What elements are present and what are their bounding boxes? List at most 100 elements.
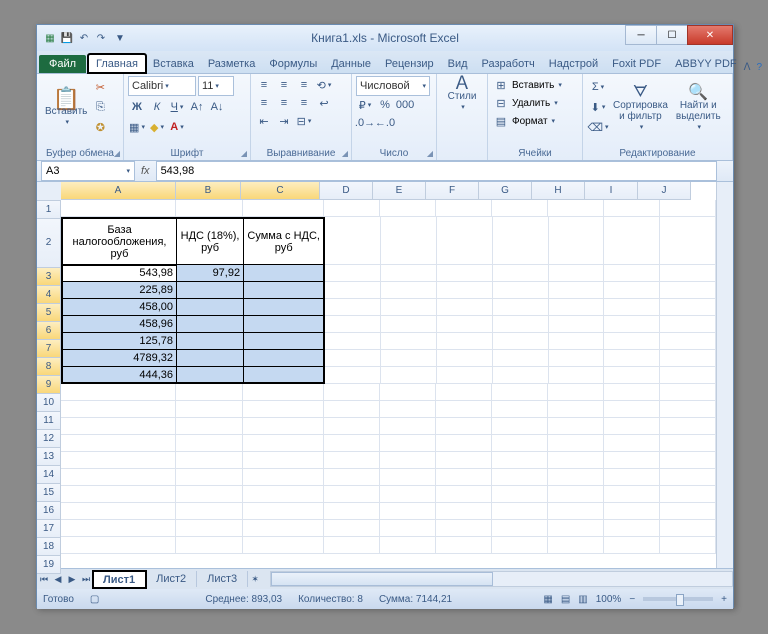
cell[interactable]	[660, 435, 716, 452]
cell[interactable]	[492, 452, 548, 469]
tab-foxit[interactable]: Foxit PDF	[605, 55, 668, 73]
row-header[interactable]: 18	[37, 538, 61, 556]
font-color-icon[interactable]: A▾	[168, 118, 186, 136]
cell[interactable]	[436, 401, 492, 418]
new-sheet-icon[interactable]: ✶	[248, 574, 262, 585]
cell[interactable]	[549, 265, 605, 282]
cell[interactable]	[177, 299, 244, 316]
align-middle-icon[interactable]: ≡	[275, 76, 293, 94]
cell[interactable]	[324, 435, 380, 452]
cell[interactable]	[243, 384, 324, 401]
tab-formulas[interactable]: Формулы	[262, 55, 324, 73]
orientation-icon[interactable]: ⟲▾	[315, 76, 333, 94]
column-header[interactable]: I	[585, 182, 638, 200]
align-left-icon[interactable]: ≡	[255, 94, 273, 112]
cell[interactable]	[549, 350, 605, 367]
minimize-button[interactable]: ─	[625, 25, 657, 45]
cell[interactable]	[548, 452, 604, 469]
border-icon[interactable]: ▦▾	[128, 118, 146, 136]
sheet-tab[interactable]: Лист3	[197, 571, 248, 587]
cell[interactable]	[325, 350, 381, 367]
cell[interactable]	[604, 200, 660, 217]
cell[interactable]	[177, 333, 244, 350]
cell[interactable]	[61, 418, 176, 435]
cell[interactable]	[244, 367, 325, 384]
cell[interactable]	[436, 435, 492, 452]
cell[interactable]	[604, 401, 660, 418]
row-header[interactable]: 13	[37, 448, 61, 466]
sheet-tab[interactable]: Лист1	[93, 571, 146, 588]
cell[interactable]	[437, 299, 493, 316]
cell[interactable]	[325, 316, 381, 333]
horizontal-scrollbar[interactable]	[270, 571, 733, 587]
cell[interactable]	[604, 265, 660, 282]
cell[interactable]	[324, 503, 380, 520]
cell[interactable]	[243, 401, 324, 418]
cell[interactable]	[380, 537, 436, 554]
cell[interactable]	[61, 537, 176, 554]
cell[interactable]	[380, 200, 436, 217]
align-center-icon[interactable]: ≡	[275, 94, 293, 112]
row-header[interactable]: 10	[37, 394, 61, 412]
cell[interactable]	[660, 452, 716, 469]
cell[interactable]	[660, 537, 716, 554]
cell[interactable]	[604, 503, 660, 520]
tab-home[interactable]: Главная	[88, 54, 146, 73]
cell[interactable]	[437, 333, 493, 350]
row-header[interactable]: 3	[37, 268, 61, 286]
cell[interactable]	[381, 367, 437, 384]
cell[interactable]	[325, 333, 381, 350]
help-icon[interactable]: ?	[756, 62, 762, 73]
fx-icon[interactable]: fx	[141, 165, 150, 177]
cell[interactable]	[176, 200, 243, 217]
tab-addins[interactable]: Надстрой	[542, 55, 605, 73]
fill-icon[interactable]: ⬇▾	[589, 98, 607, 116]
tab-view[interactable]: Вид	[441, 55, 475, 73]
tab-data[interactable]: Данные	[324, 55, 378, 73]
cell[interactable]	[437, 217, 493, 265]
cell[interactable]	[324, 384, 380, 401]
fill-color-icon[interactable]: ◆▾	[148, 118, 166, 136]
zoom-in-icon[interactable]: +	[721, 594, 727, 605]
cell[interactable]	[324, 452, 380, 469]
macro-rec-icon[interactable]: ▢	[90, 594, 99, 605]
cell[interactable]	[660, 520, 716, 537]
column-header[interactable]: F	[426, 182, 479, 200]
cell[interactable]	[436, 418, 492, 435]
cell[interactable]	[548, 520, 604, 537]
row-header[interactable]: 8	[37, 358, 61, 376]
cell[interactable]	[548, 418, 604, 435]
cell[interactable]	[381, 265, 437, 282]
italic-icon[interactable]: К	[148, 98, 166, 116]
cell[interactable]	[604, 282, 660, 299]
autosum-icon[interactable]: Σ▾	[589, 78, 607, 96]
cell[interactable]	[549, 333, 605, 350]
view-normal-icon[interactable]: ▦	[543, 594, 552, 605]
cell[interactable]	[176, 435, 243, 452]
cell[interactable]	[380, 384, 436, 401]
cell[interactable]	[381, 217, 437, 265]
cell[interactable]	[548, 200, 604, 217]
cell[interactable]	[61, 520, 176, 537]
sheet-nav-last-icon[interactable]: ⏭	[79, 574, 93, 585]
cell[interactable]	[177, 282, 244, 299]
row-header[interactable]: 5	[37, 304, 61, 322]
cell[interactable]	[381, 299, 437, 316]
cell[interactable]	[493, 333, 549, 350]
cell[interactable]	[176, 452, 243, 469]
cell[interactable]	[380, 452, 436, 469]
cell[interactable]	[548, 469, 604, 486]
select-all-corner[interactable]	[37, 182, 62, 201]
cell[interactable]	[61, 486, 176, 503]
cell[interactable]	[492, 537, 548, 554]
sheet-nav-next-icon[interactable]: ▶	[65, 574, 79, 585]
decrease-decimal-icon[interactable]: ←.0	[376, 114, 394, 132]
merge-icon[interactable]: ⊟▾	[295, 112, 313, 130]
cell[interactable]	[660, 367, 716, 384]
paste-button[interactable]: 📋 Вставить ▾	[41, 76, 91, 144]
cell[interactable]	[492, 503, 548, 520]
cell[interactable]	[243, 520, 324, 537]
cell[interactable]	[324, 520, 380, 537]
format-painter-icon[interactable]: ✪	[91, 118, 109, 136]
cell[interactable]	[604, 299, 660, 316]
